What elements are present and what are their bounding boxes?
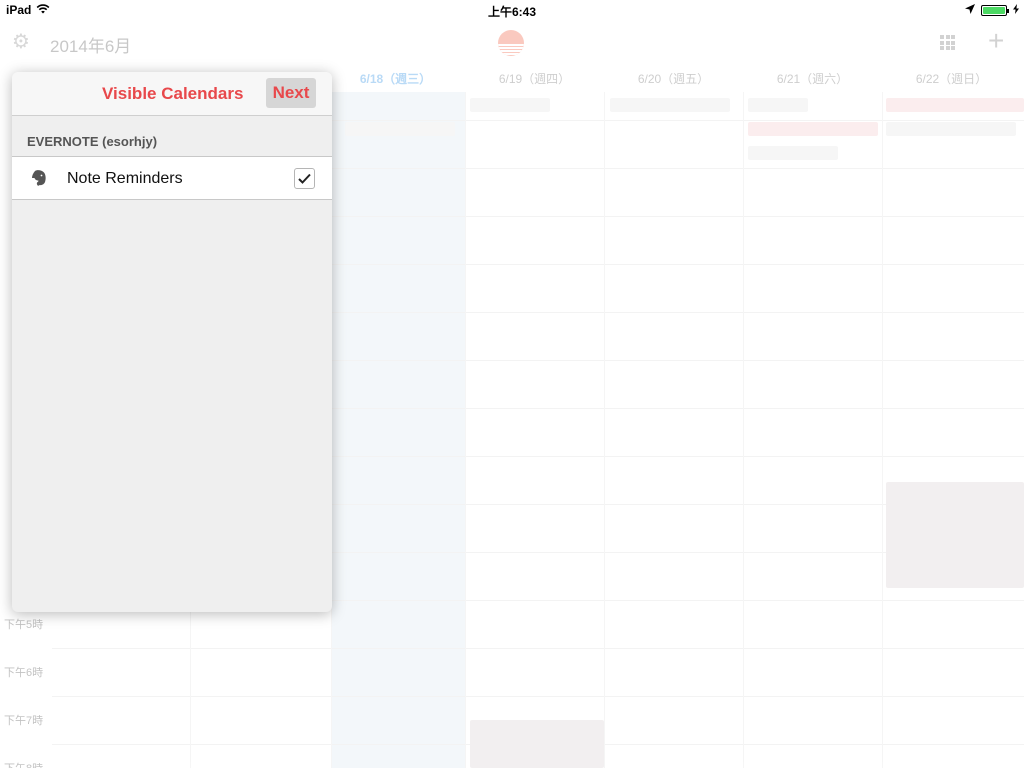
grid-column-line <box>882 92 883 768</box>
event-block[interactable] <box>886 482 1024 588</box>
checkmark-icon <box>298 173 311 184</box>
add-event-icon[interactable]: + <box>988 26 1004 56</box>
event-block[interactable] <box>470 98 550 112</box>
calendar-item-label: Note Reminders <box>67 170 183 187</box>
time-label: 下午7時 <box>4 715 44 727</box>
battery-icon <box>981 4 1009 16</box>
section-header: EVERNOTE (esorhjy) <box>27 134 158 149</box>
sun-icon[interactable] <box>498 30 524 56</box>
location-arrow-icon <box>965 3 975 17</box>
grid-column-line <box>465 92 466 768</box>
event-block[interactable] <box>610 98 730 112</box>
status-time: 上午6:43 <box>487 5 537 19</box>
time-label: 下午5時 <box>4 619 44 631</box>
event-block[interactable] <box>748 122 878 136</box>
event-block[interactable] <box>748 98 808 112</box>
event-block[interactable] <box>345 122 455 136</box>
calendar-item-note-reminders[interactable]: Note Reminders <box>12 156 332 200</box>
evernote-elephant-icon <box>30 169 48 187</box>
popover-title: Visible Calendars <box>102 84 244 103</box>
day-header[interactable]: 6/22（週日） <box>882 70 1021 87</box>
grid-column-line <box>743 92 744 768</box>
day-header[interactable]: 6/21（週六） <box>743 70 882 87</box>
popover-header: Visible Calendars Next <box>12 72 332 116</box>
event-block[interactable] <box>748 146 838 160</box>
time-label: 下午8時 <box>4 760 43 768</box>
event-block[interactable] <box>886 122 1016 136</box>
day-header-today[interactable]: 6/18（週三） <box>326 70 465 87</box>
month-title[interactable]: 2014年6月 <box>50 32 131 57</box>
day-header[interactable]: 6/20（週五） <box>604 70 743 87</box>
grid-column-line <box>604 92 605 768</box>
gear-icon[interactable]: ⚙ <box>12 32 32 52</box>
today-column <box>331 92 465 768</box>
visible-calendars-popover: Visible Calendars Next EVERNOTE (esorhjy… <box>12 72 332 612</box>
event-block[interactable] <box>886 98 1024 112</box>
day-header[interactable]: 6/19（週四） <box>465 70 604 87</box>
grid-view-icon[interactable] <box>940 35 955 50</box>
grid-line <box>52 696 1024 697</box>
time-label: 下午6時 <box>4 667 44 679</box>
next-button[interactable]: Next <box>266 78 316 108</box>
charging-icon <box>1013 3 1019 17</box>
calendar-toolbar: ⚙ 2014年6月 + <box>0 20 1024 64</box>
grid-line <box>52 648 1024 649</box>
status-right <box>965 3 1019 17</box>
calendar-visibility-checkbox[interactable] <box>294 168 315 189</box>
status-bar: iPad 上午6:43 <box>0 0 1024 20</box>
event-block[interactable] <box>470 720 604 768</box>
